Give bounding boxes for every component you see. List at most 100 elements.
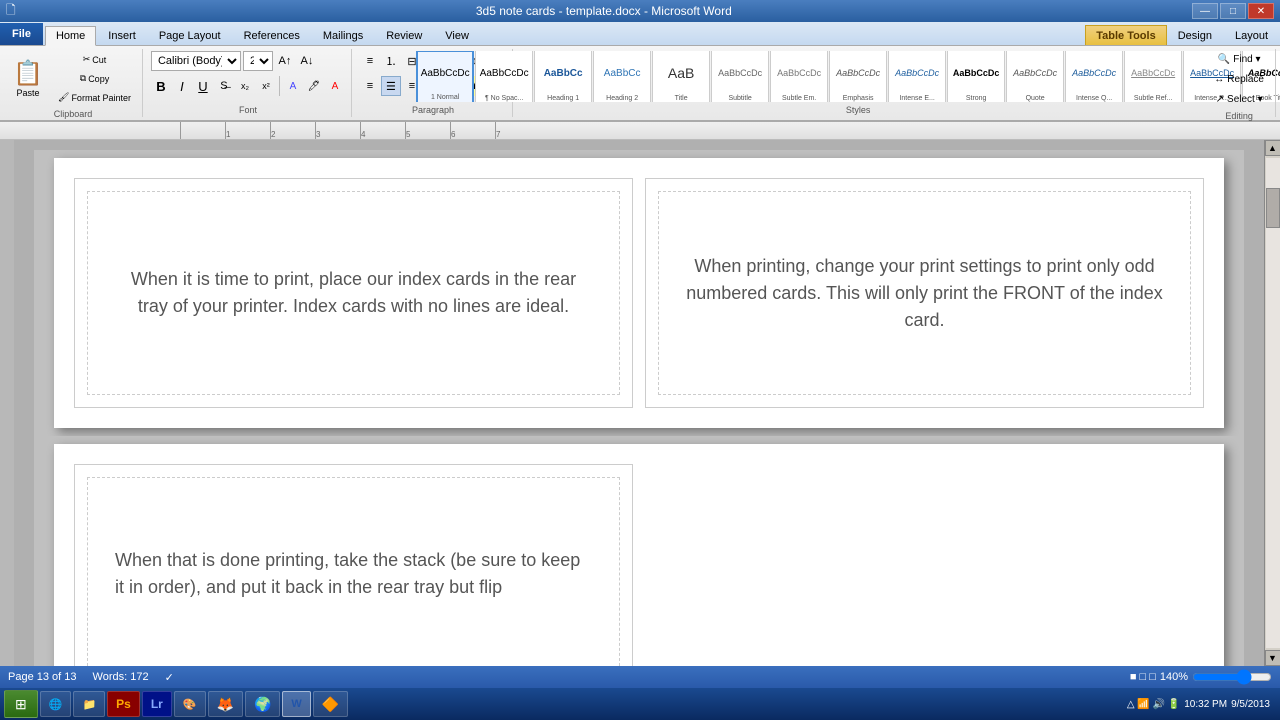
word-count: Words: 172: [93, 671, 149, 683]
editing-controls: 🔍 Find ▾ ↔ Replace ↗ Select ▾: [1209, 51, 1269, 108]
align-left-button[interactable]: ≡: [360, 76, 380, 96]
cut-icon: ✂: [83, 54, 91, 65]
italic-button[interactable]: I: [172, 76, 192, 96]
align-center-button[interactable]: ☰: [381, 76, 401, 96]
ruler-mark-5: 5: [405, 122, 450, 140]
page-status: Page 13 of 13: [8, 671, 77, 683]
taskbar-vlc[interactable]: 🔶: [313, 691, 348, 717]
font-color-button[interactable]: A: [325, 76, 345, 96]
tab-page-layout[interactable]: Page Layout: [148, 25, 232, 45]
tab-insert[interactable]: Insert: [97, 25, 147, 45]
style-subtitle[interactable]: AaBbCcDc Subtitle: [711, 51, 769, 102]
style-h1-preview: AaBbCc: [544, 52, 583, 95]
paste-icon: 📋: [13, 59, 43, 88]
card-3-text: When that is done printing, take the sta…: [95, 527, 612, 621]
taskbar-chrome[interactable]: 🌍: [245, 691, 280, 717]
scroll-track[interactable]: [1266, 158, 1280, 648]
title-bar-left: 🗋: [6, 1, 16, 22]
paste-button[interactable]: 📋 Paste: [10, 57, 46, 101]
system-tray: △ 📶 🔊 🔋 10:32 PM 9/5/2013: [1121, 699, 1276, 710]
font-size-select[interactable]: 20: [243, 51, 273, 71]
subscript-button[interactable]: x₂: [235, 76, 255, 96]
style-intense-q-label: Intense Q...: [1076, 95, 1112, 102]
tab-design[interactable]: Design: [1167, 25, 1223, 45]
ribbon-group-font: Calibri (Body) 20 A↑ A↓ B I U S̶ x₂ x² A…: [145, 49, 352, 117]
style-heading1[interactable]: AaBbCc Heading 1: [534, 51, 592, 102]
maximize-button[interactable]: □: [1220, 3, 1246, 19]
taskbar-photoshop2[interactable]: 🎨: [174, 691, 206, 717]
copy-button[interactable]: ⧉ Copy: [53, 70, 136, 87]
style-intense-em-preview: AaBbCcDc: [895, 52, 939, 95]
find-button[interactable]: 🔍 Find ▾: [1213, 51, 1266, 68]
taskbar-ps[interactable]: Ps: [107, 691, 140, 717]
scroll-down-button[interactable]: ▼: [1265, 650, 1280, 666]
style-normal[interactable]: AaBbCcDc 1 Normal: [416, 51, 474, 102]
style-intense-em[interactable]: AaBbCcDc Intense E...: [888, 51, 946, 102]
spell-check-status: ✓: [165, 671, 174, 684]
tab-references[interactable]: References: [233, 25, 311, 45]
style-intense-em-label: Intense E...: [899, 95, 934, 102]
style-heading2[interactable]: AaBbCc Heading 2: [593, 51, 651, 102]
taskbar-firefox[interactable]: 🦊: [208, 691, 243, 717]
taskbar-ie[interactable]: 🌐: [40, 691, 72, 717]
tab-layout[interactable]: Layout: [1224, 25, 1279, 45]
start-button[interactable]: ⊞: [4, 690, 38, 718]
taskbar: ⊞ 🌐 📁 Ps Lr 🎨 🦊 🌍 W 🔶 △ 📶 🔊 🔋 10:32 PM 9…: [0, 688, 1280, 720]
clock-date: 9/5/2013: [1231, 699, 1270, 710]
taskbar-lr[interactable]: Lr: [142, 691, 172, 717]
document-area[interactable]: When it is time to print, place our inde…: [14, 140, 1264, 666]
style-title-label: Title: [675, 95, 688, 102]
paragraph-label: Paragraph: [412, 102, 454, 115]
style-no-spacing-label: ¶ No Spac...: [485, 95, 523, 102]
style-emphasis[interactable]: AaBbCcDc Emphasis: [829, 51, 887, 102]
shrink-font-button[interactable]: A↓: [297, 51, 317, 71]
style-intense-q[interactable]: AaBbCcDc Intense Q...: [1065, 51, 1123, 102]
highlight-button[interactable]: 🖊: [304, 76, 324, 96]
scroll-thumb[interactable]: [1266, 188, 1280, 228]
grow-font-button[interactable]: A↑: [275, 51, 295, 71]
copy-label: Copy: [88, 74, 109, 84]
replace-button[interactable]: ↔ Replace: [1209, 71, 1269, 88]
text-effects-button[interactable]: A: [283, 76, 303, 96]
tab-table-tools[interactable]: Table Tools: [1085, 25, 1167, 45]
font-family-select[interactable]: Calibri (Body): [151, 51, 241, 71]
tab-home[interactable]: Home: [45, 26, 96, 46]
clipboard-label: Clipboard: [54, 106, 93, 119]
style-subtle-em[interactable]: AaBbCcDc Subtle Em.: [770, 51, 828, 102]
strikethrough-button[interactable]: S̶: [214, 76, 234, 96]
index-card-1[interactable]: When it is time to print, place our inde…: [74, 178, 633, 408]
index-card-3[interactable]: When that is done printing, take the sta…: [74, 464, 633, 666]
style-no-spacing[interactable]: AaBbCcDc ¶ No Spac...: [475, 51, 533, 102]
tab-file[interactable]: File: [0, 23, 43, 45]
style-subtle-ref-preview: AaBbCcDc: [1131, 52, 1175, 95]
cut-button[interactable]: ✂ Cut: [53, 51, 136, 68]
tab-mailings[interactable]: Mailings: [312, 25, 374, 45]
select-button[interactable]: ↗ Select ▾: [1211, 91, 1268, 108]
style-title[interactable]: AaB Title: [652, 51, 710, 102]
style-quote[interactable]: AaBbCcDc Quote: [1006, 51, 1064, 102]
tab-review[interactable]: Review: [375, 25, 433, 45]
copy-icon: ⧉: [80, 73, 86, 84]
minimize-button[interactable]: —: [1192, 3, 1218, 19]
clock-time: 10:32 PM: [1184, 699, 1227, 710]
style-subtle-ref[interactable]: AaBbCcDc Subtle Ref...: [1124, 51, 1182, 102]
taskbar-word[interactable]: W: [282, 691, 310, 717]
taskbar-explorer[interactable]: 📁: [73, 691, 105, 717]
vertical-scrollbar[interactable]: ▲ ▼: [1264, 140, 1280, 666]
bullets-button[interactable]: ≡: [360, 51, 380, 71]
bold-button[interactable]: B: [151, 76, 171, 96]
style-quote-label: Quote: [1026, 95, 1045, 102]
close-button[interactable]: ✕: [1248, 3, 1274, 19]
underline-button[interactable]: U: [193, 76, 213, 96]
styles-ribbon: AaBbCcDc 1 Normal AaBbCcDc ¶ No Spac... …: [416, 51, 1280, 102]
format-painter-button[interactable]: 🖌 Format Painter: [53, 89, 136, 106]
index-card-2[interactable]: When printing, change your print setting…: [645, 178, 1204, 408]
numbering-button[interactable]: ⒈: [381, 51, 401, 71]
tray-icons: △ 📶 🔊 🔋: [1127, 699, 1180, 710]
find-icon: 🔍: [1218, 54, 1230, 65]
tab-view[interactable]: View: [434, 25, 480, 45]
zoom-slider[interactable]: [1192, 671, 1272, 683]
scroll-up-button[interactable]: ▲: [1265, 140, 1280, 156]
superscript-button[interactable]: x²: [256, 76, 276, 96]
style-strong[interactable]: AaBbCcDc Strong: [947, 51, 1005, 102]
